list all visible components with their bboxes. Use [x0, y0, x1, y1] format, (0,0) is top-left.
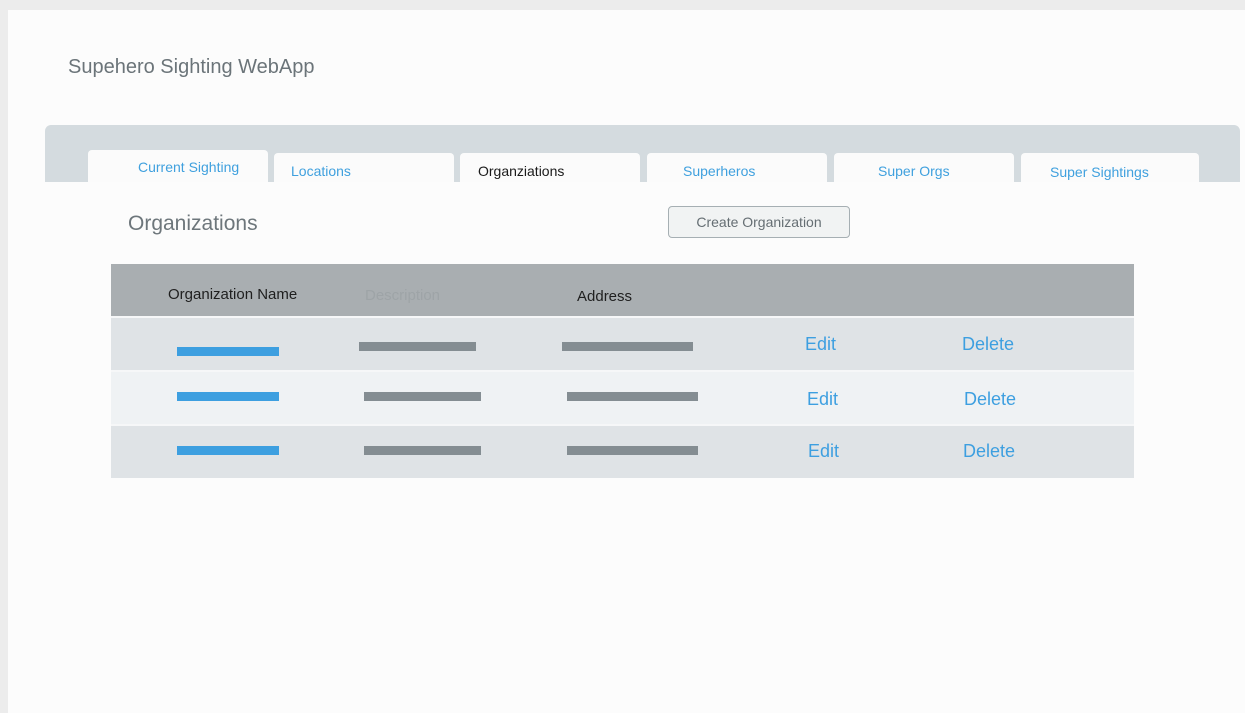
organization-name-placeholder[interactable]	[177, 392, 279, 401]
table-row: Edit Delete	[111, 370, 1134, 424]
delete-link[interactable]: Delete	[962, 334, 1014, 355]
column-header-name[interactable]: Organization Name	[168, 286, 297, 303]
tab-locations[interactable]: Locations	[274, 153, 454, 182]
table-header: Organization Name Description Address	[111, 264, 1134, 316]
tab-organizations[interactable]: Organziations	[460, 153, 640, 182]
description-placeholder	[364, 392, 481, 401]
organization-name-placeholder[interactable]	[177, 347, 279, 356]
table-row: Edit Delete	[111, 424, 1134, 478]
tab-superheros[interactable]: Superheros	[647, 153, 827, 182]
app-page: Supehero Sighting WebApp Current Sightin…	[8, 10, 1245, 713]
delete-link[interactable]: Delete	[963, 441, 1015, 462]
description-placeholder	[359, 342, 476, 351]
tab-current-sighting[interactable]: Current Sighting	[88, 150, 268, 182]
tab-label: Current Sighting	[138, 159, 240, 175]
tab-label: Superheros	[683, 163, 756, 179]
organizations-table: Organization Name Description Address Ed…	[111, 264, 1134, 478]
tab-label: Super Orgs	[878, 163, 950, 179]
tab-super-orgs[interactable]: Super Orgs	[834, 153, 1014, 182]
delete-link[interactable]: Delete	[964, 389, 1016, 410]
tab-label: Locations	[291, 163, 351, 179]
address-placeholder	[562, 342, 693, 351]
description-placeholder	[364, 446, 481, 455]
organization-name-placeholder[interactable]	[177, 446, 279, 455]
app-title: Supehero Sighting WebApp	[68, 56, 315, 78]
column-header-address[interactable]: Address	[577, 288, 632, 305]
edit-link[interactable]: Edit	[807, 389, 838, 410]
tab-super-sightings[interactable]: Super Sightings	[1021, 153, 1199, 182]
tab-bar: Current Sighting Locations Organziations…	[45, 125, 1240, 182]
create-organization-button[interactable]: Create Organization	[668, 206, 850, 238]
address-placeholder	[567, 392, 698, 401]
table-row: Edit Delete	[111, 316, 1134, 370]
edit-link[interactable]: Edit	[808, 441, 839, 462]
edit-link[interactable]: Edit	[805, 334, 836, 355]
page-title: Organizations	[128, 212, 258, 235]
address-placeholder	[567, 446, 698, 455]
column-header-description[interactable]: Description	[365, 287, 440, 304]
tab-label: Super Sightings	[1050, 164, 1149, 180]
tab-label: Organziations	[478, 163, 565, 179]
